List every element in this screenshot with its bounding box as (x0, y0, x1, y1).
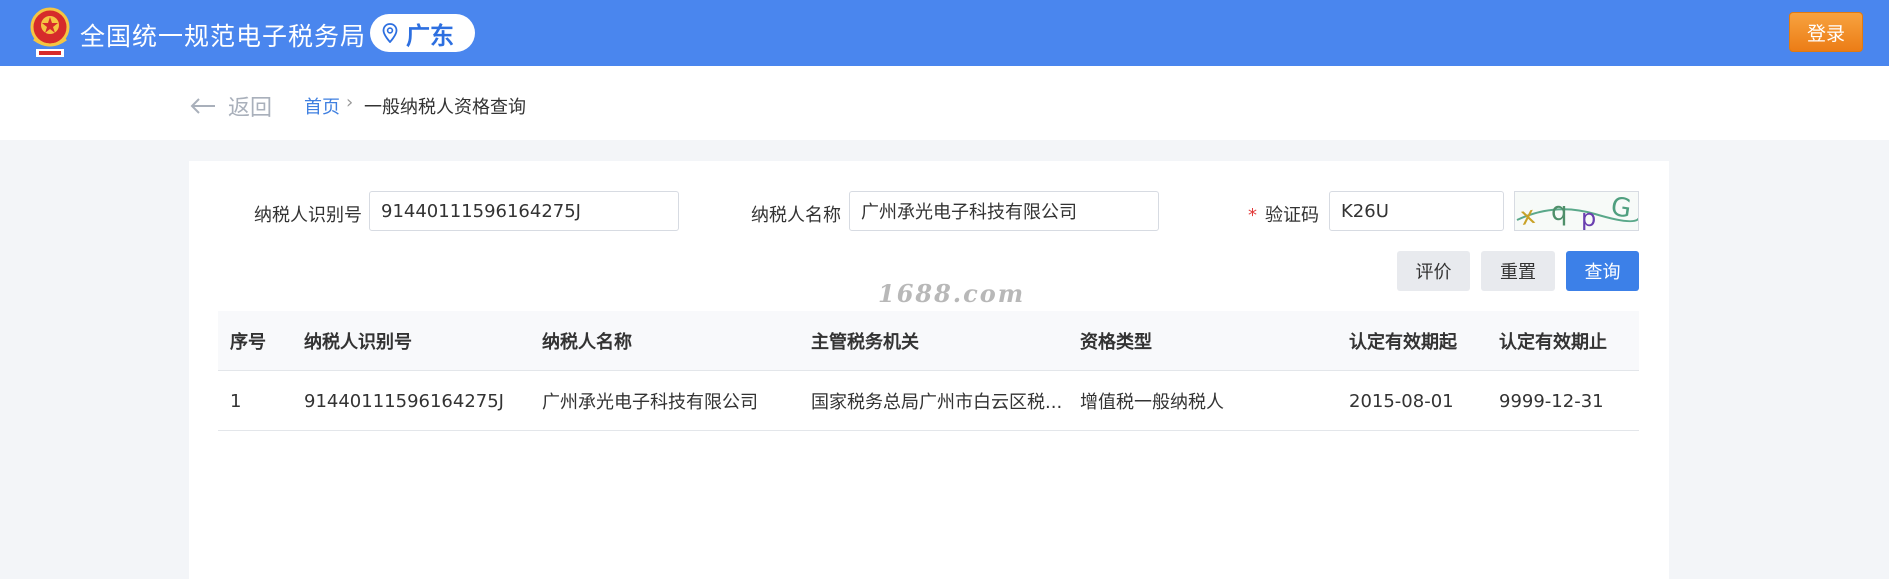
region-selector[interactable]: 广东 (370, 14, 475, 52)
site-title: 全国统一规范电子税务局 (80, 22, 367, 51)
column-header: 资格类型 (1080, 332, 1152, 353)
table-cell: 国家税务总局广州市白云区税... (811, 392, 1063, 413)
table-cell: 增值税一般纳税人 (1080, 392, 1224, 413)
taxpayer-name-input[interactable]: 广州承光电子科技有限公司 (849, 191, 1159, 231)
breadcrumb-separator: › (346, 92, 354, 113)
captcha-input[interactable]: K26U (1329, 191, 1504, 231)
table-cell: 91440111596164275J (304, 390, 504, 412)
tax-emblem-logo (30, 7, 70, 57)
table-row: 1 91440111596164275J 广州承光电子科技有限公司 国家税务总局… (218, 371, 1639, 431)
table-cell: 1 (230, 390, 242, 412)
breadcrumb-home-link[interactable]: 首页 (304, 93, 340, 119)
back-label: 返回 (228, 96, 273, 121)
table-cell: 2015-08-01 (1349, 390, 1454, 412)
captcha-char-2: q (1551, 197, 1568, 227)
location-pin-icon (382, 23, 398, 43)
column-header: 纳税人名称 (542, 332, 632, 353)
taxpayer-id-input[interactable]: 91440111596164275J (369, 191, 679, 231)
table-cell: 9999-12-31 (1499, 390, 1604, 412)
query-button[interactable]: 查询 (1566, 251, 1639, 291)
captcha-label: * 验证码 (1248, 201, 1319, 227)
top-header: 全国统一规范电子税务局 广东 登录 (0, 0, 1889, 66)
arrow-left-icon (190, 98, 215, 114)
captcha-label-text: 验证码 (1265, 205, 1319, 226)
column-header: 主管税务机关 (811, 332, 919, 353)
rate-button[interactable]: 评价 (1397, 251, 1470, 291)
captcha-char-3: p (1581, 204, 1596, 231)
captcha-image[interactable]: x q p G (1514, 191, 1639, 231)
breadcrumb-current: 一般纳税人资格查询 (364, 97, 526, 118)
column-header: 认定有效期起 (1349, 332, 1457, 353)
back-button[interactable]: 返回 (190, 90, 272, 122)
results-table-header: 序号 纳税人识别号 纳税人名称 主管税务机关 资格类型 认定有效期起 认定有效期… (218, 311, 1639, 371)
login-button[interactable]: 登录 (1789, 12, 1863, 52)
column-header: 认定有效期止 (1499, 332, 1607, 353)
watermark-text: 1688.com (878, 279, 1026, 308)
taxpayer-id-label: 纳税人识别号 (254, 205, 362, 226)
taxpayer-name-label: 纳税人名称 (751, 205, 841, 226)
table-cell: 广州承光电子科技有限公司 (542, 392, 758, 413)
column-header: 纳税人识别号 (304, 332, 412, 353)
required-mark: * (1248, 205, 1257, 226)
region-label: 广东 (406, 21, 454, 50)
captcha-char-4: G (1609, 192, 1633, 225)
captcha-char-1: x (1518, 201, 1537, 231)
breadcrumb-bar: 返回 首页 › 一般纳税人资格查询 (0, 66, 1889, 140)
column-header: 序号 (230, 332, 266, 353)
reset-button[interactable]: 重置 (1481, 251, 1555, 291)
